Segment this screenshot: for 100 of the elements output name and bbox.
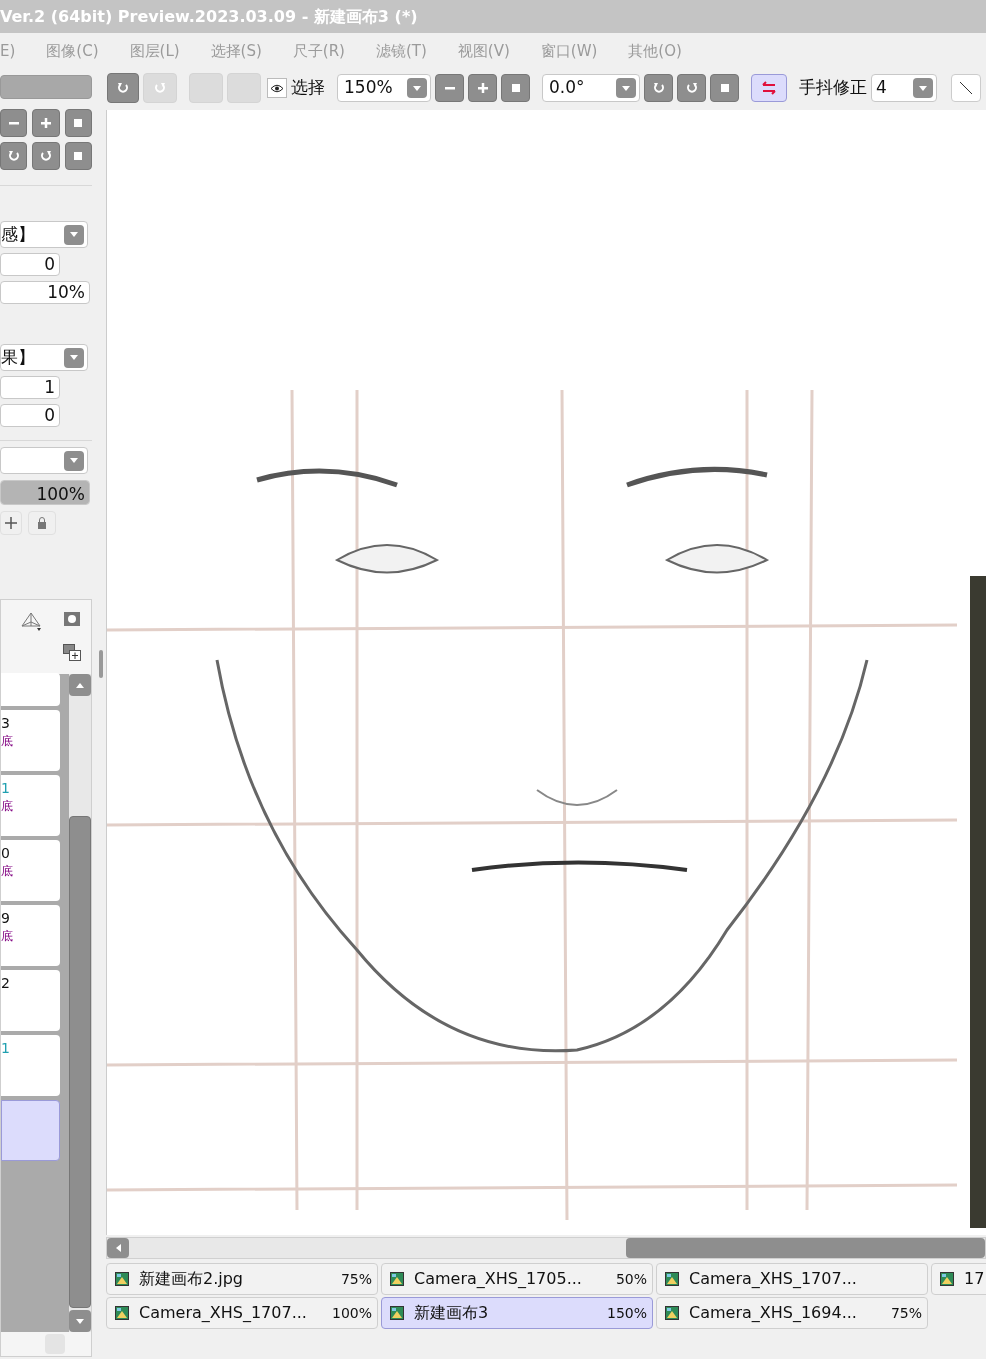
image-file-icon — [390, 1306, 404, 1320]
blend-mode-label: 底 — [1, 733, 14, 750]
splitter-handle[interactable] — [99, 650, 103, 678]
select-visibility-checkbox[interactable] — [267, 78, 287, 98]
layer-item[interactable] — [1, 1100, 61, 1161]
square-icon — [720, 84, 729, 92]
number-field[interactable]: 1 — [0, 376, 60, 399]
stabilizer-field[interactable]: 4 — [871, 74, 937, 102]
undo-button[interactable] — [107, 73, 139, 103]
image-file-icon — [665, 1272, 679, 1286]
layer-name: 0 — [1, 844, 11, 862]
dropdown-button[interactable] — [616, 78, 636, 98]
dropdown-button[interactable] — [64, 450, 84, 471]
zoom-out-button[interactable] — [0, 109, 28, 137]
scroll-left-button[interactable] — [107, 1238, 129, 1258]
document-tab[interactable]: 新建画布3 150% — [381, 1297, 653, 1329]
rotate-left-button[interactable] — [644, 74, 673, 102]
image-file-icon — [940, 1272, 954, 1286]
document-name: Camera_XHS_1694... — [689, 1302, 858, 1324]
layer-name: 1 — [1, 779, 11, 797]
dropdown-button[interactable] — [913, 78, 933, 98]
document-name: Camera_XHS_1707... — [139, 1302, 308, 1324]
rotate-icon — [154, 82, 166, 94]
number-field[interactable]: 0 — [0, 253, 60, 276]
zoom-in-button[interactable] — [468, 74, 497, 102]
number-field[interactable]: 10% — [0, 281, 90, 304]
document-tab[interactable]: Camera_XHS_1707... — [656, 1263, 928, 1295]
document-tab[interactable]: Camera_XHS_1705... 50% — [381, 1263, 653, 1295]
document-name: 新建画布2.jpg — [139, 1268, 245, 1290]
caret-icon — [622, 85, 630, 91]
lock-button[interactable] — [28, 511, 56, 535]
new-layer-icon[interactable] — [62, 644, 81, 661]
zoom-level: 75% — [890, 1303, 922, 1323]
reset-zoom-button[interactable] — [501, 74, 530, 102]
scroll-thumb[interactable] — [69, 816, 91, 1308]
mask-icon[interactable] — [63, 612, 80, 626]
document-tab[interactable]: 17 — [931, 1263, 986, 1295]
angle-field[interactable]: 0.0° — [542, 74, 640, 102]
layer-name: 2 — [1, 974, 11, 992]
dropdown-button[interactable] — [407, 78, 427, 98]
move-button[interactable] — [0, 511, 22, 535]
move-icon — [5, 517, 17, 529]
zoom-level: 150% — [606, 1303, 647, 1323]
caret-icon — [70, 232, 78, 237]
document-name: 17 — [964, 1268, 985, 1290]
layer-name: 9 — [1, 909, 11, 927]
rotate-left-button[interactable] — [0, 142, 28, 170]
zoom-out-button[interactable] — [435, 74, 464, 102]
caret-icon — [70, 458, 78, 463]
scroll-up-button[interactable] — [69, 674, 91, 696]
layer-item[interactable]: 1 底 — [1, 775, 61, 836]
zoom-in-button[interactable] — [32, 109, 60, 137]
caret-icon — [115, 1244, 121, 1252]
vertical-scrollbar[interactable] — [69, 674, 91, 1332]
image-file-icon — [665, 1306, 679, 1320]
dropdown-field[interactable]: 果】 — [0, 344, 88, 371]
image-file-icon — [115, 1272, 129, 1286]
dropdown-button[interactable] — [64, 224, 84, 245]
dropdown-button[interactable] — [64, 347, 84, 368]
document-tab[interactable]: 新建画布2.jpg 75% — [106, 1263, 378, 1295]
scroll-down-button[interactable] — [69, 1310, 91, 1332]
reset-rotation-button[interactable] — [710, 74, 739, 102]
flip-button[interactable] — [751, 74, 787, 102]
square-icon — [74, 152, 83, 160]
rotate-icon — [117, 82, 129, 94]
document-name: Camera_XHS_1705... — [414, 1268, 583, 1290]
layer-item[interactable]: 9 底 — [1, 905, 61, 966]
caret-icon — [70, 355, 78, 360]
zoom-level: 75% — [340, 1269, 372, 1289]
layer-name: 3 — [1, 714, 11, 732]
document-name: 新建画布3 — [414, 1302, 490, 1324]
image-file-icon — [115, 1306, 129, 1320]
caret-icon — [413, 85, 421, 91]
scroll-thumb[interactable] — [626, 1238, 985, 1258]
layer-item[interactable]: 0 底 — [1, 840, 61, 901]
rotate-icon — [40, 150, 52, 162]
perspective-icon[interactable] — [19, 612, 42, 632]
document-tab[interactable]: Camera_XHS_1707... 100% — [106, 1297, 378, 1329]
caret-icon — [919, 85, 927, 91]
zoom-level: 100% — [331, 1303, 372, 1323]
blend-mode-label: 底 — [1, 863, 14, 880]
rotate-right-button[interactable] — [32, 142, 60, 170]
document-tab[interactable]: Camera_XHS_1694... 75% — [656, 1297, 928, 1329]
zoom-field[interactable]: 150% — [337, 74, 431, 102]
rotate-right-button[interactable] — [677, 74, 706, 102]
dropdown-field[interactable]: 感】 — [0, 221, 88, 248]
layer-item[interactable]: 2 — [1, 970, 61, 1031]
rotate-icon — [685, 82, 698, 94]
reset-button[interactable] — [64, 109, 92, 137]
number-field[interactable]: 0 — [0, 404, 60, 427]
layer-item[interactable]: 3 底 — [1, 710, 61, 771]
square-icon — [74, 119, 83, 127]
dropdown-field[interactable] — [0, 447, 88, 474]
reset-rotation-button[interactable] — [64, 142, 92, 170]
eye-icon — [270, 83, 284, 93]
select-label: 选择 — [291, 76, 325, 100]
canvas-horizontal-scrollbar[interactable] — [106, 1237, 986, 1259]
opacity-slider[interactable]: 100% — [0, 480, 90, 505]
window-title: Ver.2 (64bit) Preview.2023.03.09 - 新建画布3 (*) — [0, 0, 986, 33]
stabilizer-label: 手抖修正 — [799, 76, 867, 100]
